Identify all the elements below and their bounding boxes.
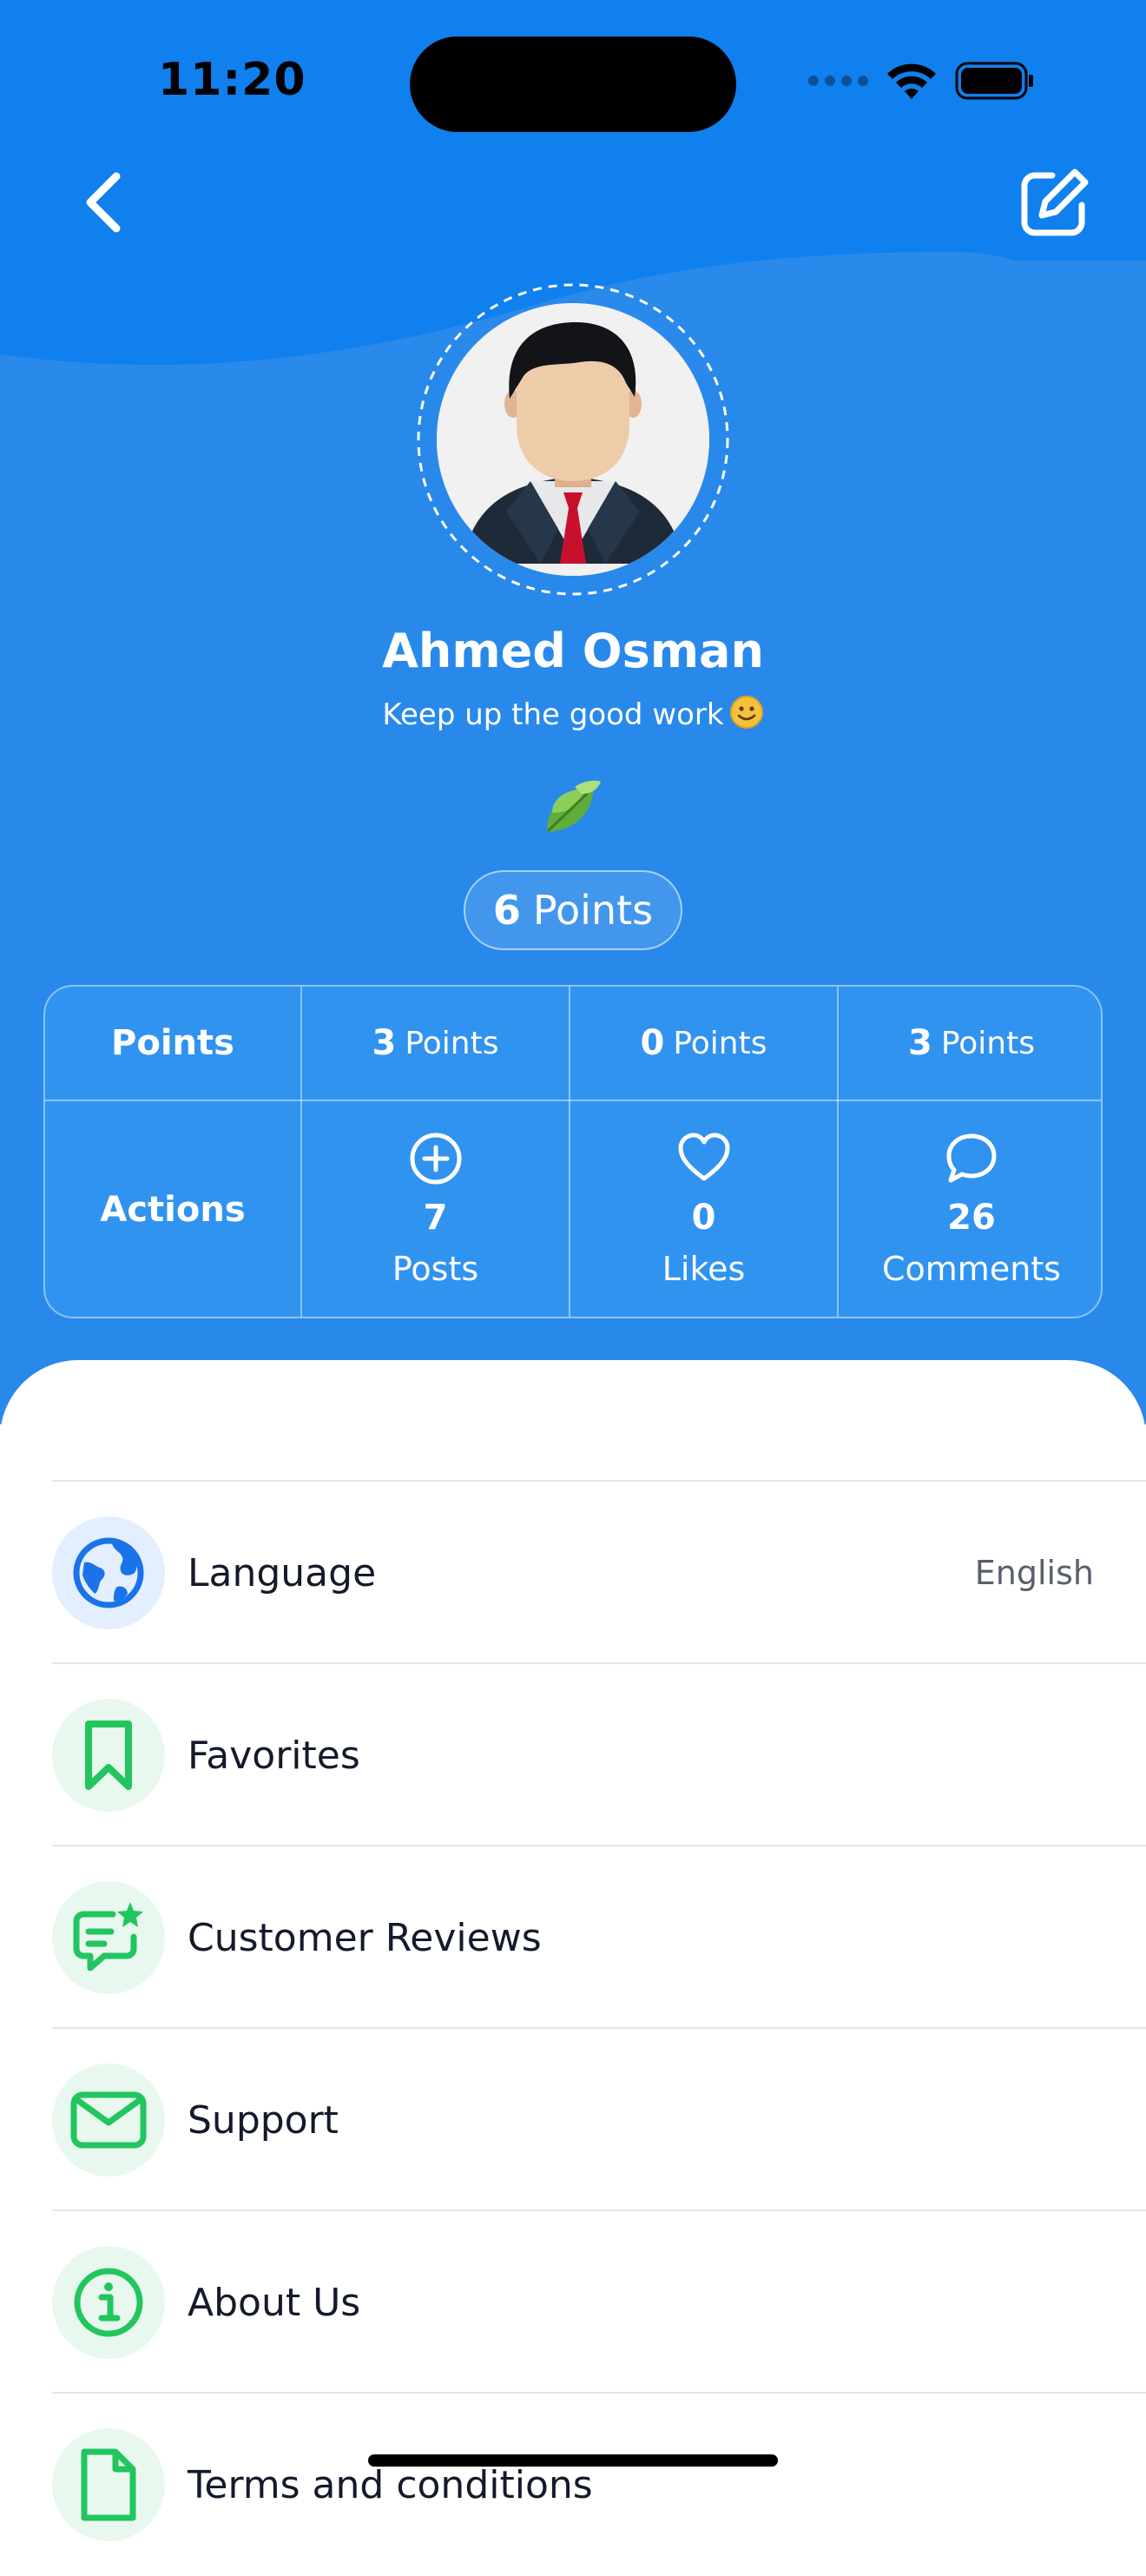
likes-action-cell[interactable]: 0 Likes [570, 1101, 837, 1317]
info-icon [74, 2268, 143, 2337]
status-time: 11:20 [158, 54, 306, 106]
total-points-value: 6 [492, 887, 521, 934]
profile-subtitle-row: Keep up the good work [0, 695, 1146, 732]
globe-icon-wrap [52, 1516, 165, 1629]
menu-item-favorites[interactable]: Favorites [52, 1662, 1146, 1846]
total-points-pill: 6 Points [464, 870, 682, 950]
bookmark-icon [85, 1721, 132, 1790]
menu-item-language[interactable]: Language English [52, 1480, 1146, 1664]
posts-action-cell[interactable]: 7 Posts [302, 1101, 569, 1317]
wifi-icon [887, 63, 936, 99]
bookmark-icon-wrap [52, 1699, 165, 1812]
review-icon [73, 1902, 143, 1972]
dynamic-island [410, 36, 736, 132]
posts-points-unit: Points [405, 1025, 499, 1061]
menu-item-customer-reviews[interactable]: Customer Reviews [52, 1845, 1146, 2029]
document-icon [81, 2448, 136, 2521]
likes-label: Likes [662, 1250, 746, 1288]
heart-icon [678, 1133, 729, 1181]
menu-label-terms: Terms and conditions [188, 2462, 593, 2507]
stats-table: Points Actions 3 Points 7 Posts 0 Points 0… [43, 985, 1103, 1318]
battery-icon [955, 62, 1033, 100]
menu-item-about-us[interactable]: About Us [52, 2209, 1146, 2394]
comments-points-unit: Points [940, 1025, 1035, 1061]
profile-name: Ahmed Osman [382, 624, 764, 678]
posts-points-cell: 3 Points [302, 987, 569, 1100]
comments-count: 26 [947, 1198, 996, 1238]
total-points-unit: Points [532, 887, 654, 934]
mail-icon-wrap [52, 2064, 165, 2176]
language-value: English [974, 1554, 1094, 1592]
menu-item-support[interactable]: Support [52, 2027, 1146, 2211]
menu-label-favorites: Favorites [188, 1733, 360, 1778]
mail-icon [70, 2091, 147, 2149]
actions-row-label: Actions [100, 1190, 246, 1230]
comments-action-cell[interactable]: 26 Comments [839, 1101, 1101, 1317]
home-indicator[interactable] [368, 2454, 778, 2467]
comments-points-value: 3 [908, 1023, 932, 1063]
likes-points-unit: Points [673, 1025, 767, 1061]
smiley-emoji-icon [729, 696, 763, 729]
leaf-badge-icon [547, 780, 601, 832]
profile-subtitle: Keep up the good work [382, 697, 724, 732]
posts-points-value: 3 [372, 1023, 397, 1063]
cellular-signal-icon [808, 76, 868, 86]
menu-label-customer-reviews: Customer Reviews [188, 1915, 542, 1960]
status-icons [807, 61, 1035, 101]
avatar-illustration [437, 303, 709, 576]
comments-points-cell: 3 Points [839, 987, 1101, 1100]
edit-profile-icon[interactable] [1018, 165, 1092, 240]
plus-circle-icon [410, 1133, 461, 1185]
points-row-label: Points [111, 1023, 234, 1063]
comments-label: Comments [882, 1250, 1061, 1288]
posts-count: 7 [423, 1198, 448, 1238]
menu-label-about-us: About Us [188, 2280, 361, 2325]
menu-label-language: Language [188, 1550, 377, 1595]
info-icon-wrap [52, 2246, 165, 2359]
posts-label: Posts [392, 1250, 479, 1288]
menu-item-terms[interactable]: Terms and conditions [52, 2392, 1146, 2576]
likes-count: 0 [691, 1198, 716, 1238]
review-icon-wrap [52, 1881, 165, 1994]
likes-points-cell: 0 Points [570, 987, 837, 1100]
document-icon-wrap [52, 2428, 165, 2541]
back-arrow-icon[interactable] [78, 169, 130, 235]
likes-points-value: 0 [640, 1023, 665, 1063]
settings-sheet: Language English Favorites Customer Revi… [0, 1360, 1146, 2541]
comment-icon [946, 1133, 997, 1183]
menu-label-support: Support [188, 2097, 339, 2143]
globe-icon [73, 1537, 144, 1608]
avatar[interactable] [437, 303, 709, 576]
